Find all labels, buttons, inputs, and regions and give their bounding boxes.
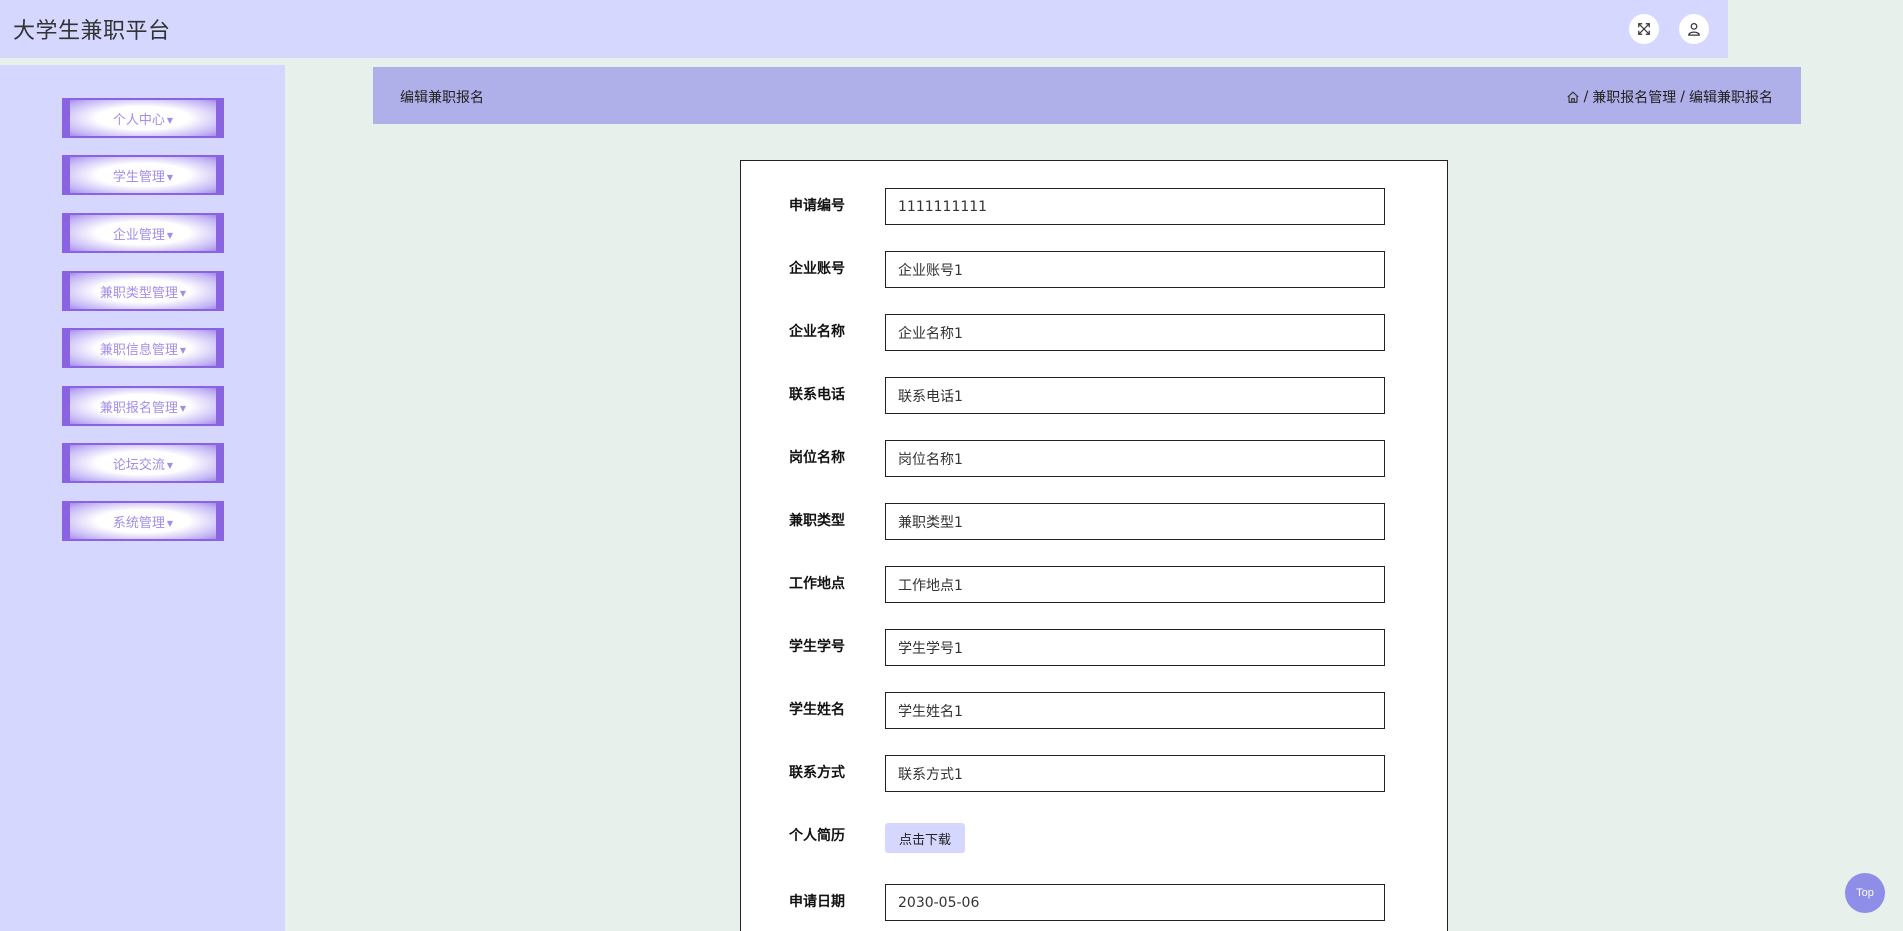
field-label: 岗位名称 — [789, 450, 845, 466]
student-name-input[interactable] — [885, 692, 1385, 729]
work-location-input[interactable] — [885, 566, 1385, 603]
breadcrumb-separator: / — [1680, 89, 1685, 105]
download-resume-button[interactable]: 点击下载 — [885, 823, 966, 853]
breadcrumb-item-current: 编辑兼职报名 — [1689, 90, 1773, 106]
form-row-position-name: 岗位名称 — [741, 440, 1447, 477]
caret-down-icon: ▼ — [179, 345, 187, 355]
fullscreen-icon — [1638, 23, 1650, 35]
field-label: 联系方式 — [789, 765, 845, 781]
application-date-input[interactable] — [885, 884, 1385, 921]
sidebar-item-label: 系统管理 — [112, 515, 165, 531]
sidebar-item-company-management[interactable]: 企业管理 ▼ — [62, 213, 224, 253]
sidebar-item-job-info-management[interactable]: 兼职信息管理 ▼ — [62, 328, 224, 368]
sidebar-item-job-type-management[interactable]: 兼职类型管理 ▼ — [62, 271, 224, 311]
contact-phone-input[interactable] — [885, 377, 1385, 414]
sidebar-item-label: 学生管理 — [112, 169, 165, 185]
field-label: 学生姓名 — [789, 702, 845, 718]
form-row-application-date: 申请日期 — [741, 884, 1447, 921]
field-label: 工作地点 — [789, 576, 845, 592]
form-row-contact-method: 联系方式 — [741, 755, 1447, 792]
caret-down-icon: ▼ — [179, 288, 187, 298]
sidebar-item-label: 兼职报名管理 — [99, 400, 178, 416]
field-label: 申请日期 — [789, 894, 845, 910]
sidebar-item-label: 个人中心 — [112, 112, 165, 128]
home-icon[interactable] — [1566, 90, 1580, 104]
caret-down-icon: ▼ — [166, 230, 174, 240]
content-header: 编辑兼职报名 / 兼职报名管理 / 编辑兼职报名 — [373, 67, 1801, 124]
sidebar-item-forum[interactable]: 论坛交流 ▼ — [62, 443, 224, 483]
application-id-input[interactable] — [885, 188, 1385, 225]
company-name-input[interactable] — [885, 314, 1385, 351]
field-label: 企业名称 — [789, 324, 845, 340]
caret-down-icon: ▼ — [166, 460, 174, 470]
sidebar-item-personal-center[interactable]: 个人中心 ▼ — [62, 98, 224, 138]
caret-down-icon: ▼ — [166, 115, 174, 125]
sidebar-item-student-management[interactable]: 学生管理 ▼ — [62, 155, 224, 195]
sidebar-item-label: 论坛交流 — [112, 457, 165, 473]
sidebar-item-system-management[interactable]: 系统管理 ▼ — [62, 501, 224, 541]
student-id-input[interactable] — [885, 629, 1385, 666]
sidebar-item-label: 兼职信息管理 — [99, 342, 178, 358]
job-type-input[interactable] — [885, 503, 1385, 540]
form-row-resume: 个人简历 点击下载 — [741, 818, 1447, 855]
sidebar-item-job-application-management[interactable]: 兼职报名管理 ▼ — [62, 386, 224, 426]
sidebar: 个人中心 ▼ 学生管理 ▼ 企业管理 ▼ 兼职类型管理 ▼ 兼职信息管理 ▼ 兼职报名管理… — [0, 65, 285, 931]
field-label: 学生学号 — [789, 639, 845, 655]
caret-down-icon: ▼ — [179, 403, 187, 413]
form-row-company-name: 企业名称 — [741, 314, 1447, 351]
top-header: 大学生兼职平台 — [0, 0, 1728, 58]
field-label: 申请编号 — [789, 198, 845, 214]
form-row-company-account: 企业账号 — [741, 251, 1447, 288]
caret-down-icon: ▼ — [166, 172, 174, 182]
company-account-input[interactable] — [885, 251, 1385, 288]
edit-form: 申请编号 企业账号 企业名称 联系电话 岗位名称 兼职类型 工作地点 学生学号 … — [740, 160, 1448, 931]
form-row-application-id: 申请编号 — [741, 188, 1447, 225]
sidebar-item-label: 企业管理 — [112, 227, 165, 243]
contact-method-input[interactable] — [885, 755, 1385, 792]
form-row-work-location: 工作地点 — [741, 566, 1447, 603]
fullscreen-button[interactable] — [1629, 14, 1659, 44]
back-to-top-button[interactable]: Top — [1845, 873, 1885, 913]
form-row-job-type: 兼职类型 — [741, 503, 1447, 540]
breadcrumb-item-job-application-management[interactable]: 兼职报名管理 — [1592, 87, 1676, 107]
user-icon — [1688, 22, 1700, 36]
field-label: 兼职类型 — [789, 513, 845, 529]
field-label: 个人简历 — [789, 828, 845, 844]
form-row-student-name: 学生姓名 — [741, 692, 1447, 729]
page-title: 编辑兼职报名 — [400, 90, 484, 106]
form-row-contact-phone: 联系电话 — [741, 377, 1447, 414]
sidebar-item-label: 兼职类型管理 — [99, 285, 178, 301]
user-button[interactable] — [1679, 14, 1709, 44]
app-title: 大学生兼职平台 — [13, 19, 171, 44]
field-label: 联系电话 — [789, 387, 845, 403]
caret-down-icon: ▼ — [166, 518, 174, 528]
breadcrumb: / 兼职报名管理 / 编辑兼职报名 — [1566, 87, 1773, 107]
form-row-student-id: 学生学号 — [741, 629, 1447, 666]
position-name-input[interactable] — [885, 440, 1385, 477]
field-label: 企业账号 — [789, 261, 845, 277]
breadcrumb-separator: / — [1583, 89, 1589, 105]
